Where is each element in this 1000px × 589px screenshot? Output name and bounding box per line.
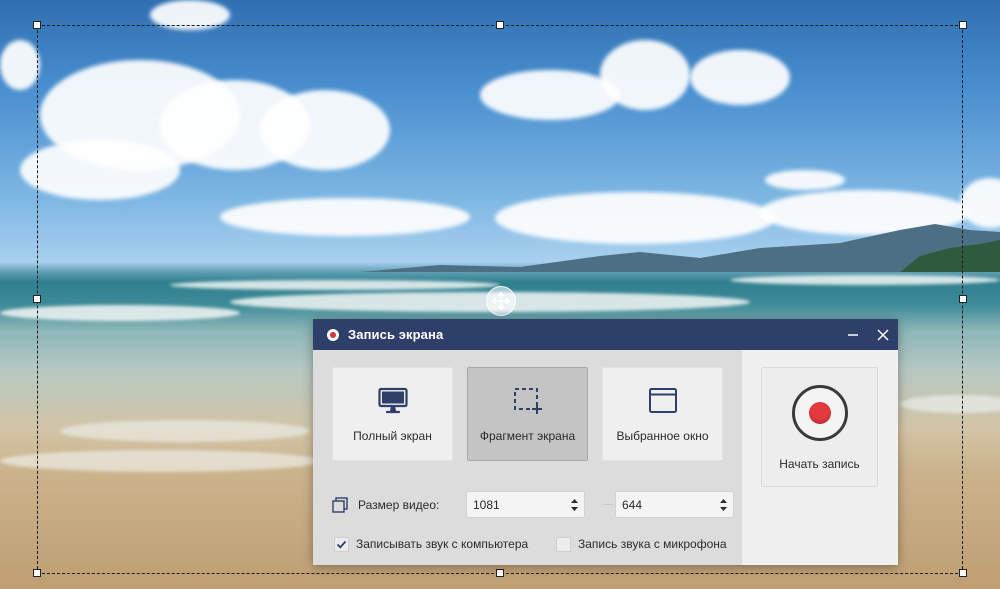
resize-handle-right[interactable] [959,295,967,303]
checkmark-icon [336,540,347,549]
close-button[interactable] [868,319,898,350]
selection-fragment-icon [513,388,542,414]
video-height-value: 644 [622,498,643,512]
video-size-label: Размер видео: [358,498,440,512]
spin-arrows-icon[interactable] [719,496,728,514]
screen-record-dialog: Запись экрана Полный экран Фрагмент экра… [313,319,898,565]
resize-handle-bottom-right[interactable] [959,569,967,577]
video-size-icon [332,497,348,513]
dialog-title: Запись экрана [348,327,444,342]
dialog-titlebar[interactable]: Запись экрана [313,319,898,350]
record-panel: Начать запись [742,350,898,565]
computer-sound-checkbox[interactable] [334,536,349,552]
record-start-icon [791,385,848,441]
computer-sound-option[interactable]: Записывать звук с компьютера [334,535,528,553]
start-recording-button[interactable]: Начать запись [761,367,878,487]
record-icon [327,328,339,341]
video-height-input[interactable]: 644 [615,491,734,518]
resize-handle-bottom[interactable] [496,569,504,577]
mode-fragment-button[interactable]: Фрагмент экрана [467,367,588,461]
spin-arrows-icon[interactable] [570,496,579,514]
microphone-sound-label: Запись звука с микрофона [578,537,727,551]
mode-window-label: Выбранное окно [616,429,709,443]
resize-handle-top-right[interactable] [959,21,967,29]
mode-window-button[interactable]: Выбранное окно [602,367,723,461]
resize-handle-top[interactable] [496,21,504,29]
monitor-icon [377,387,408,414]
microphone-sound-option[interactable]: Запись звука с микрофона [556,535,727,553]
capture-settings-panel: Полный экран Фрагмент экрана Выбранное о… [313,350,742,565]
move-arrows-icon [492,292,510,310]
resize-handle-bottom-left[interactable] [33,569,41,577]
mode-full-screen-label: Полный экран [353,429,432,443]
mode-full-screen-button[interactable]: Полный экран [332,367,453,461]
minimize-button[interactable] [838,319,868,350]
move-handle[interactable] [486,286,516,316]
minimize-icon [848,333,858,336]
cloud [0,40,40,90]
size-separator [603,504,613,505]
microphone-sound-checkbox[interactable] [556,536,571,552]
video-width-input[interactable]: 1081 [466,491,585,518]
video-width-value: 1081 [473,498,500,512]
window-icon [648,388,677,413]
mode-fragment-label: Фрагмент экрана [479,429,576,443]
close-icon [877,328,889,341]
resize-handle-top-left[interactable] [33,21,41,29]
video-size-row: Размер видео: 1081 644 [332,491,734,518]
resize-handle-left[interactable] [33,295,41,303]
computer-sound-label: Записывать звук с компьютера [356,537,529,551]
start-recording-label: Начать запись [779,457,860,471]
